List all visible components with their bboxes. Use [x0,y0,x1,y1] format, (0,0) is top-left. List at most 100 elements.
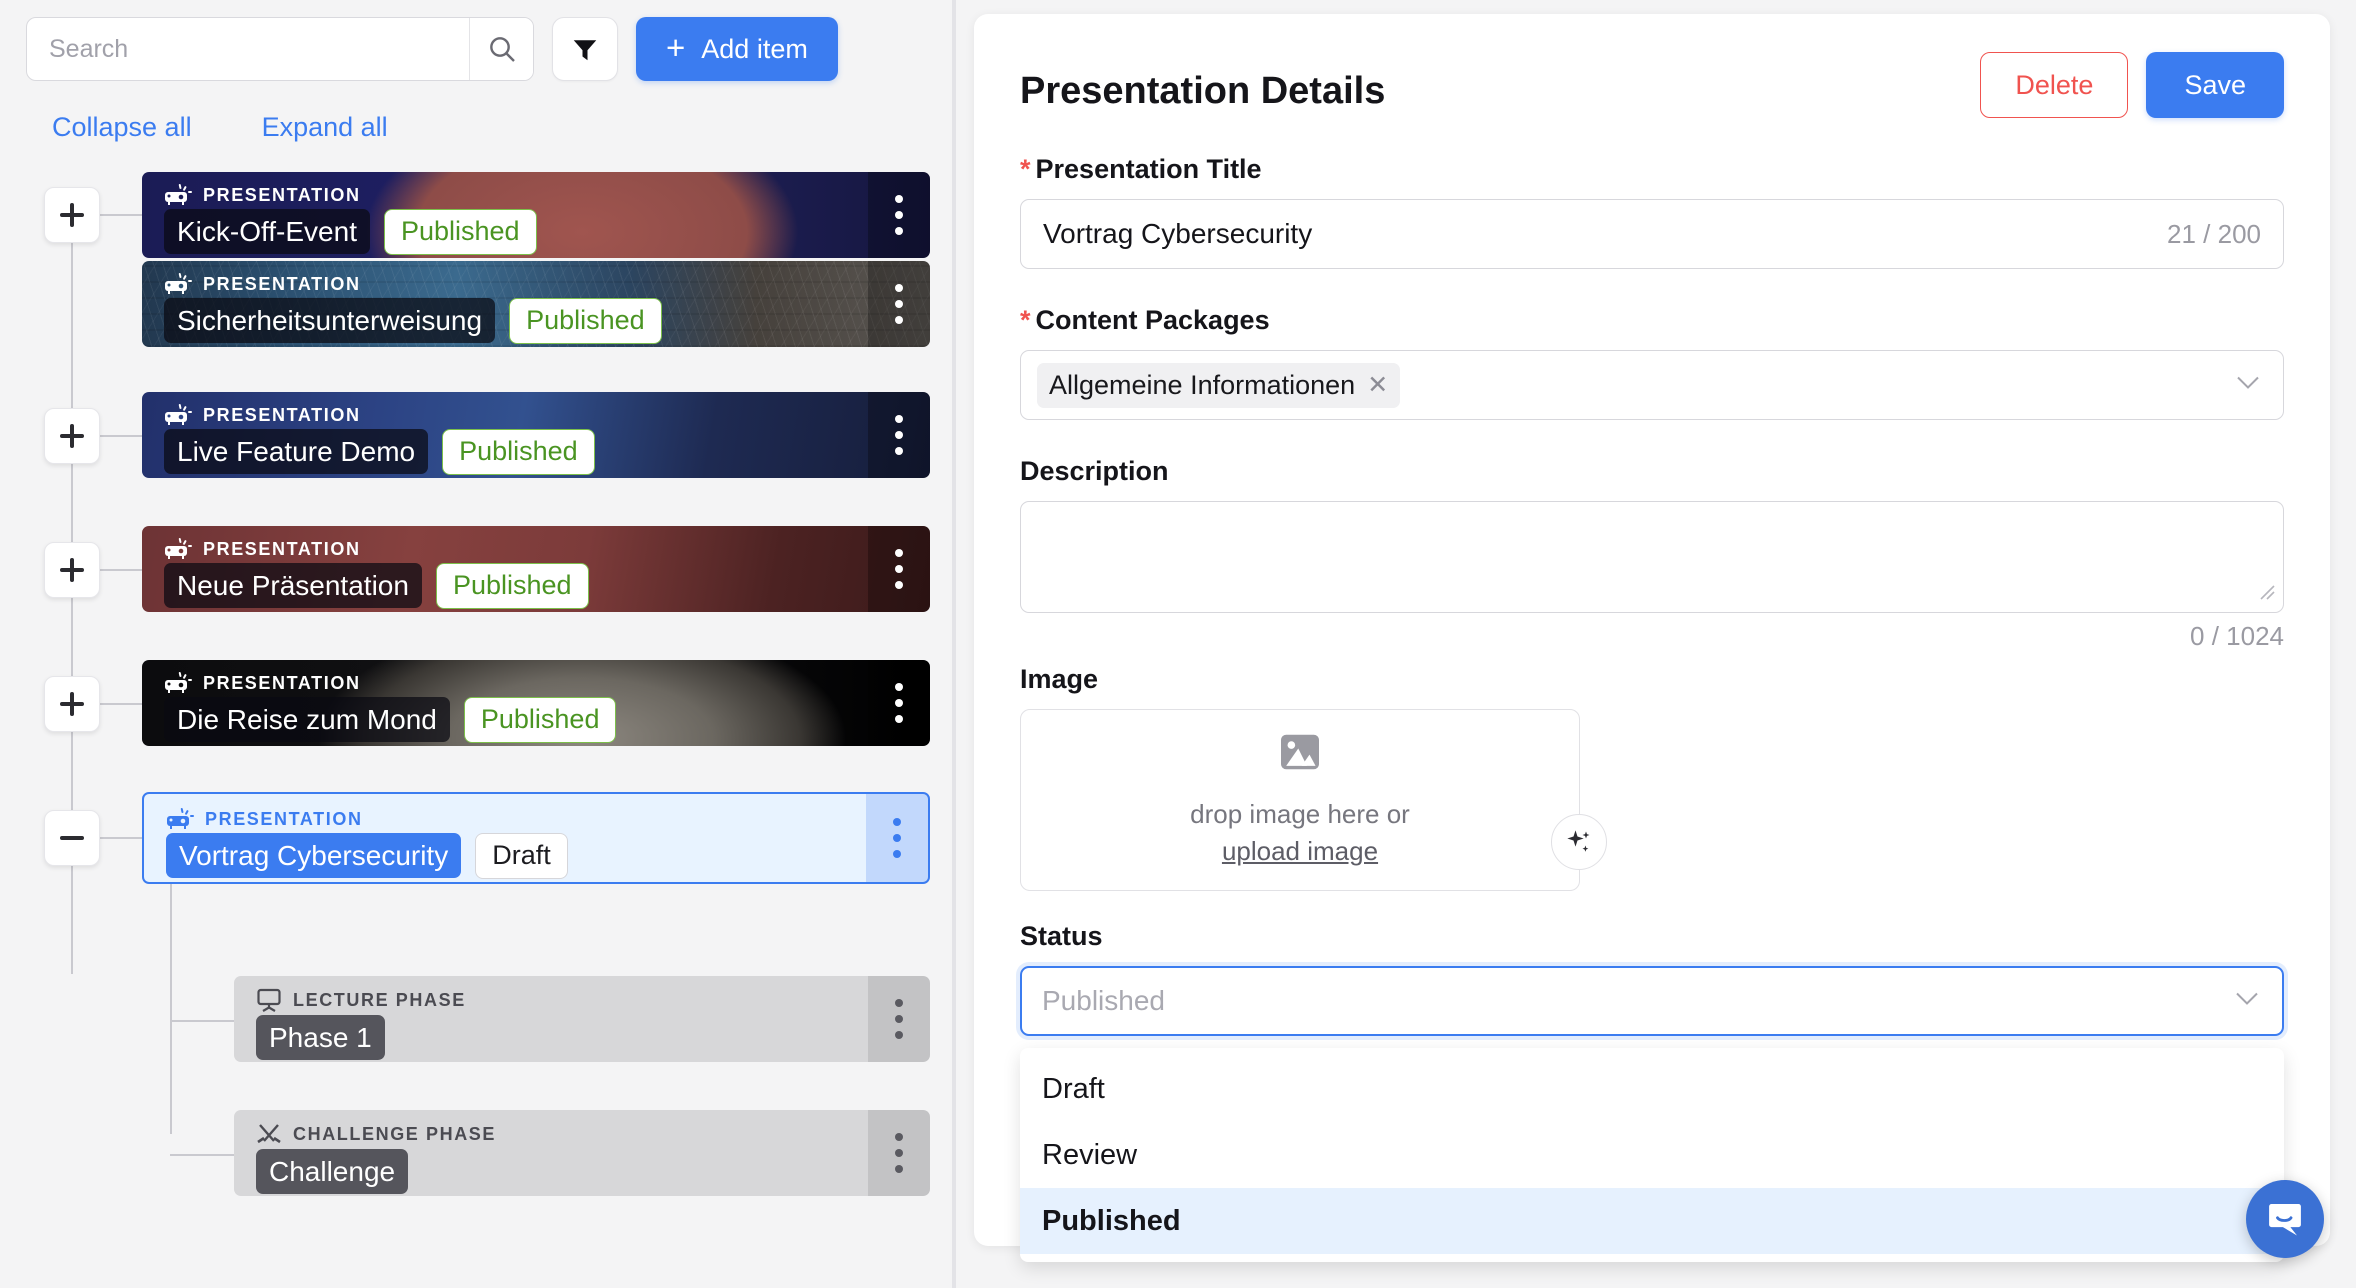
content-packages-select[interactable]: Allgemeine Informationen ✕ [1020,350,2284,420]
plus-icon [70,424,74,448]
card-title-row: Kick-Off-Event Published [164,209,537,255]
tree-toggle-expand-2[interactable] [44,408,100,464]
card-title-row: Challenge [256,1149,496,1194]
tree-connector [170,1154,234,1156]
dot [895,195,903,203]
description-label: Description [1020,456,1169,486]
status-option-published[interactable]: Published [1020,1188,2284,1254]
dot [895,1015,903,1023]
presentation-title-value: Vortrag Cybersecurity [1043,218,1313,249]
dot [895,1133,903,1141]
expand-all-link[interactable]: Expand all [262,112,388,143]
tree-card-presentation-0[interactable]: PRESENTATION Kick-Off-Event Published [142,172,930,258]
plus-icon: + [666,29,686,66]
presentation-title-counter: 21 / 200 [2167,218,2261,249]
card-menu-button[interactable] [868,526,930,612]
card-content: LECTURE PHASE Phase 1 [256,988,466,1060]
delete-button[interactable]: Delete [1980,52,2129,118]
card-title: Vortrag Cybersecurity [166,833,462,879]
card-content: CHALLENGE PHASE Challenge [256,1122,496,1194]
tree-toggle-expand-0[interactable] [44,187,100,243]
collapse-all-link[interactable]: Collapse all [52,112,192,143]
status-options-list: Draft Review Published [1020,1048,2284,1262]
card-kind-label: PRESENTATION [203,404,361,425]
chip-remove-icon[interactable]: ✕ [1367,370,1388,400]
tree-card-presentation-3[interactable]: PRESENTATION Neue Präsentation Published [142,526,930,612]
tree-card-presentation-5-selected[interactable]: PRESENTATION Vortrag Cybersecurity Draft [142,792,930,884]
card-menu-button[interactable] [868,172,930,258]
status-placeholder: Published [1042,985,1165,1016]
dot [895,1165,903,1173]
dot [893,818,901,826]
resize-grip-icon[interactable] [2257,582,2277,608]
tree-toggle-expand-4[interactable] [44,676,100,732]
card-content: PRESENTATION Kick-Off-Event Published [164,184,537,255]
presentation-title-input[interactable]: Vortrag Cybersecurity 21 / 200 [1020,199,2284,269]
status-select[interactable]: Published [1020,966,2284,1036]
dot [895,284,903,292]
card-menu-button[interactable] [868,976,930,1062]
search-input[interactable] [27,18,470,80]
card-kind: PRESENTATION [164,672,616,694]
card-menu-button[interactable] [868,1110,930,1196]
add-item-button[interactable]: + Add item [636,17,838,81]
card-kind: PRESENTATION [164,538,589,560]
card-title-row: Neue Präsentation Published [164,563,589,609]
image-dropzone[interactable]: drop image here or upload image [1020,709,1607,891]
dot [893,850,901,858]
filter-icon [573,40,597,61]
status-option-draft[interactable]: Draft [1020,1056,2284,1122]
tree-card-presentation-2[interactable]: PRESENTATION Live Feature Demo Published [142,392,930,478]
card-menu-button[interactable] [868,660,930,746]
upload-image-link[interactable]: upload image [1222,836,1378,867]
dot [895,999,903,1007]
save-button[interactable]: Save [2146,52,2284,118]
dot [895,431,903,439]
tree-card-presentation-4[interactable]: PRESENTATION Die Reise zum Mond Publishe… [142,660,930,746]
card-kind-label: LECTURE PHASE [293,989,466,1010]
filter-button[interactable] [552,17,618,81]
card-kind: PRESENTATION [166,808,568,830]
tree-connector [100,837,142,839]
item-tree: PRESENTATION Kick-Off-Event Published PR… [0,168,952,1288]
card-menu-button[interactable] [868,261,930,347]
status-badge: Published [383,209,537,255]
dropzone-text: drop image here or [1190,799,1410,829]
tree-child-trunk-line [170,884,172,1134]
card-content: PRESENTATION Die Reise zum Mond Publishe… [164,672,617,743]
dot [895,227,903,235]
card-kind-label: CHALLENGE PHASE [293,1123,497,1144]
card-menu-button[interactable] [866,794,928,882]
description-textarea[interactable] [1020,501,2284,613]
search-button[interactable] [469,18,533,80]
detail-header-actions: Delete Save [1980,52,2284,118]
chat-launcher-button[interactable] [2246,1180,2324,1258]
card-title: Neue Präsentation [164,563,422,609]
tree-toggle-expand-3[interactable] [44,542,100,598]
dot [895,699,903,707]
card-kind-label: PRESENTATION [203,672,361,693]
card-menu-button[interactable] [868,392,930,478]
description-counter: 0 / 1024 [2190,621,2284,651]
tree-toggle-collapse-5[interactable] [44,810,100,866]
tree-actions: Collapse all Expand all [52,112,388,143]
card-kind: PRESENTATION [164,404,595,426]
chevron-down-icon [2234,991,2260,1012]
card-title: Live Feature Demo [164,429,429,475]
status-badge: Draft [475,833,568,879]
swords-icon [257,1124,281,1144]
card-title-row: Die Reise zum Mond Published [164,697,617,743]
card-title: Kick-Off-Event [164,209,370,255]
status-badge: Published [442,429,595,475]
tree-card-challenge-phase[interactable]: CHALLENGE PHASE Challenge [234,1110,930,1196]
status-badge: Published [463,697,617,743]
status-badge: Published [435,563,589,609]
tree-card-presentation-1[interactable]: PRESENTATION Sicherheitsunterweisung Pub… [142,261,930,347]
card-title: Die Reise zum Mond [164,697,450,743]
ai-generate-button[interactable] [1551,814,1607,870]
plus-icon [70,558,74,582]
tree-card-lecture-phase[interactable]: LECTURE PHASE Phase 1 [234,976,930,1062]
card-kind: LECTURE PHASE [256,988,466,1012]
detail-pane: Presentation Details Delete Save * Presen… [952,0,2356,1288]
status-option-review[interactable]: Review [1020,1122,2284,1188]
